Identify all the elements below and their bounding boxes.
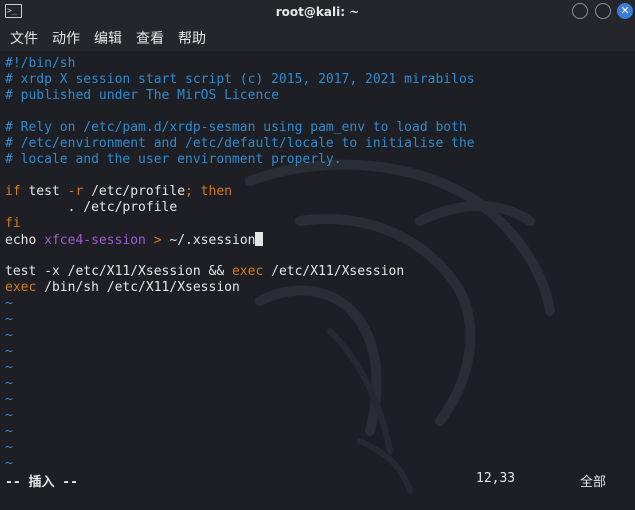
code-token: test -x /etc/X11/Xsession &&	[5, 264, 232, 279]
code-token: if	[5, 184, 21, 199]
empty-line-tilde: ~	[5, 296, 13, 311]
code-line[interactable]: ~	[5, 312, 475, 328]
maximize-button[interactable]	[595, 3, 611, 19]
empty-line-tilde: ~	[5, 424, 13, 439]
window-title: root@kali: ~	[275, 5, 360, 19]
empty-line-tilde: ~	[5, 392, 13, 407]
empty-line-tilde: ~	[5, 376, 13, 391]
menu-help[interactable]: 帮助	[178, 28, 206, 48]
menu-edit[interactable]: 编辑	[94, 28, 122, 48]
code-line[interactable]: ~	[5, 344, 475, 360]
close-button[interactable]: ✕	[617, 3, 633, 19]
code-token: echo	[5, 233, 45, 248]
empty-line-tilde: ~	[5, 328, 13, 343]
code-line[interactable]: exec /bin/sh /etc/X11/Xsession	[5, 280, 475, 296]
code-lines[interactable]: #!/bin/sh # xrdp X session start script (…	[5, 56, 475, 472]
code-line[interactable]: ~	[5, 376, 475, 392]
menu-action[interactable]: 动作	[52, 28, 80, 48]
code-line[interactable]	[5, 248, 475, 264]
code-line[interactable]: ~	[5, 392, 475, 408]
text-cursor	[255, 232, 264, 246]
code-line[interactable]: # locale and the user environment proper…	[5, 152, 475, 168]
code-token: test	[20, 184, 68, 199]
code-line[interactable]: fi	[5, 216, 475, 232]
code-token: exec	[5, 280, 37, 295]
terminal-editor[interactable]: #!/bin/sh # xrdp X session start script (…	[0, 51, 635, 510]
close-icon: ✕	[620, 4, 630, 17]
minimize-button[interactable]	[572, 3, 588, 19]
code-token: ; then	[185, 184, 232, 199]
code-line[interactable]: # xrdp X session start script (c) 2015, …	[5, 72, 475, 88]
code-token: exec	[231, 264, 264, 279]
code-token: xfce4-session	[44, 233, 146, 248]
menu-bar: 文件 动作 编辑 查看 帮助	[0, 24, 635, 51]
code-line[interactable]: ~	[5, 360, 475, 376]
code-line[interactable]: ~	[5, 408, 475, 424]
code-token: # locale and the user environment proper…	[5, 152, 342, 167]
code-line[interactable]: # Rely on /etc/pam.d/xrdp-sesman using p…	[5, 120, 475, 136]
code-token: ~/.xsession	[169, 233, 256, 248]
code-token: fi	[5, 216, 21, 231]
code-line[interactable]: test -x /etc/X11/Xsession && exec /etc/X…	[5, 264, 475, 280]
code-token: # published under The MirOS Licence	[5, 88, 279, 103]
scroll-indicator: 全部	[580, 475, 607, 490]
code-line[interactable]	[5, 104, 475, 120]
mode-indicator: -- 插入 --	[5, 475, 78, 490]
code-line[interactable]: ~	[5, 296, 475, 312]
menu-view[interactable]: 查看	[136, 28, 164, 48]
empty-line-tilde: ~	[5, 440, 13, 455]
empty-line-tilde: ~	[5, 408, 13, 423]
code-line[interactable]	[5, 168, 475, 184]
code-line[interactable]: echo xfce4-session > ~/.xsession	[5, 232, 475, 248]
code-token: #!/bin/sh	[5, 56, 76, 71]
code-token: # Rely on /etc/pam.d/xrdp-sesman using p…	[5, 120, 467, 135]
cursor-position: 12,33	[476, 471, 516, 486]
empty-line-tilde: ~	[5, 312, 13, 327]
code-line[interactable]: # /etc/environment and /etc/default/loca…	[5, 136, 475, 152]
code-token: /etc/X11/Xsession	[263, 264, 405, 279]
empty-line-tilde: ~	[5, 360, 13, 375]
code-token: >	[145, 233, 170, 248]
code-line[interactable]: ~	[5, 440, 475, 456]
code-line[interactable]: if test -r /etc/profile; then	[5, 184, 475, 200]
code-line[interactable]: ~	[5, 424, 475, 440]
vim-status-bar: -- 插入 -- 12,33 全部	[0, 470, 635, 490]
title-bar: >_ root@kali: ~ ✕	[0, 0, 635, 24]
code-token: # /etc/environment and /etc/default/loca…	[5, 136, 475, 151]
code-line[interactable]: . /etc/profile	[5, 200, 475, 216]
code-line[interactable]: #!/bin/sh	[5, 56, 475, 72]
code-line[interactable]: # published under The MirOS Licence	[5, 88, 475, 104]
code-token: /bin/sh /etc/X11/Xsession	[36, 280, 240, 295]
empty-line-tilde: ~	[5, 344, 13, 359]
code-token: /etc/profile	[83, 184, 186, 199]
code-line[interactable]: ~	[5, 328, 475, 344]
menu-file[interactable]: 文件	[10, 28, 38, 48]
code-token: . /etc/profile	[5, 200, 178, 215]
empty-line-tilde: ~	[5, 456, 13, 471]
code-token: # xrdp X session start script (c) 2015, …	[5, 72, 475, 87]
code-token: -r	[67, 184, 84, 199]
